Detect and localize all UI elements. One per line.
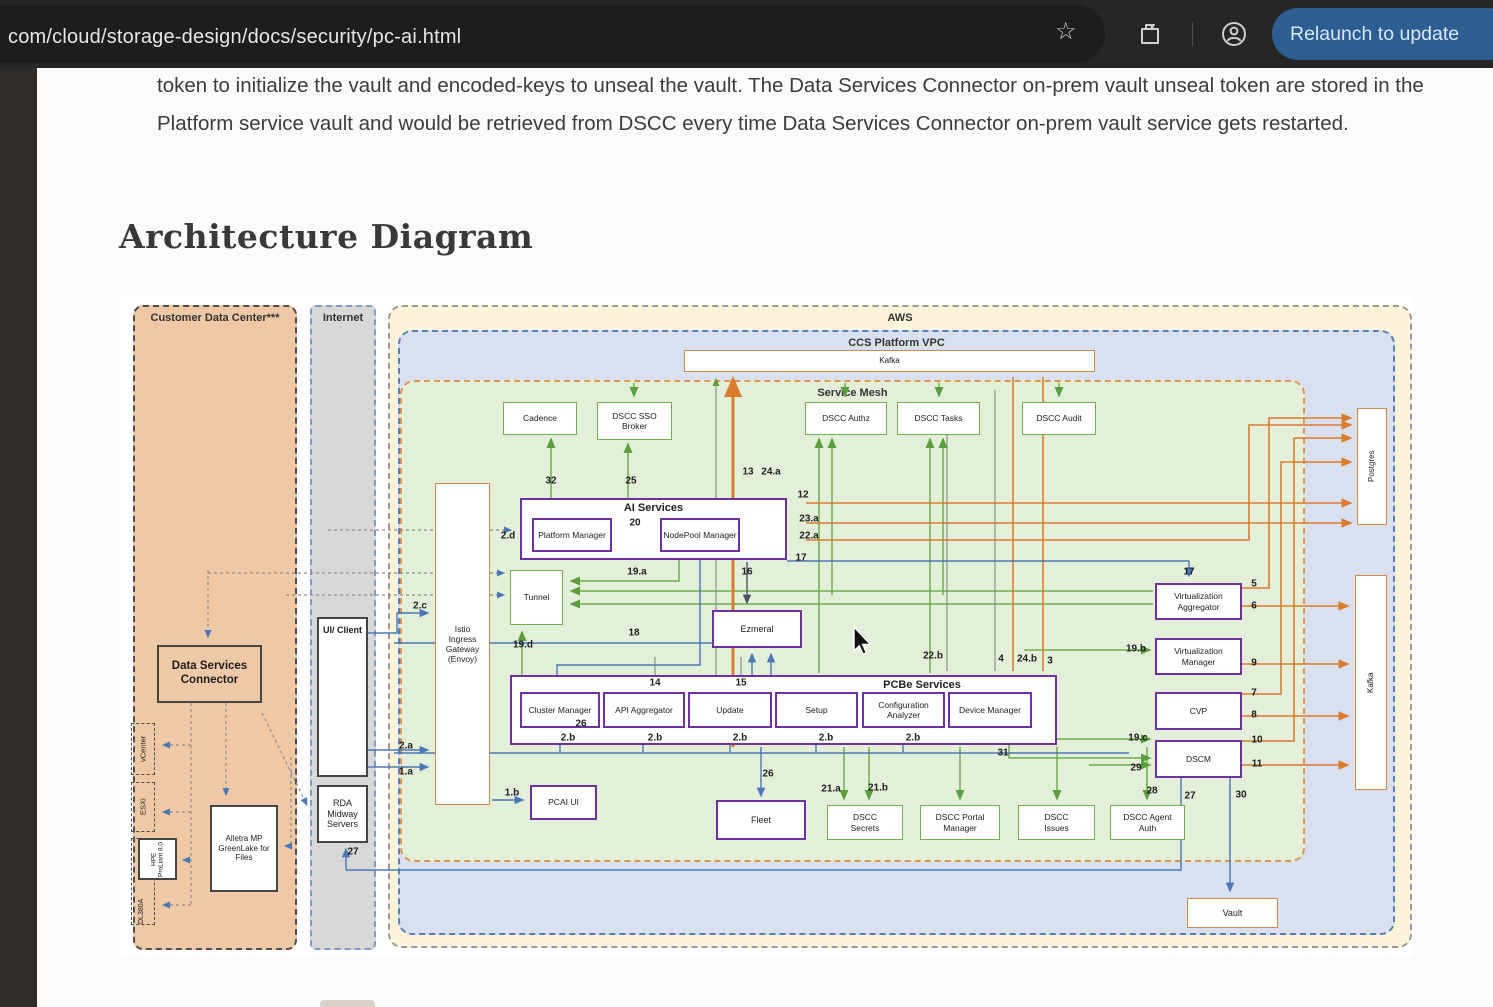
partial-element xyxy=(320,1000,375,1007)
address-bar[interactable]: com/cloud/storage-design/docs/security/p… xyxy=(0,5,1105,63)
node-nodepool-manager: NodePool Manager xyxy=(660,518,740,552)
node-kafka-top: Kafka xyxy=(684,350,1095,372)
node-hpe-proliant: HPE ProLiant 8.0 xyxy=(138,838,177,880)
architecture-diagram: Customer Data Center*** Internet AWS CCS… xyxy=(119,295,1413,957)
node-dscc-secrets: DSCC Secrets xyxy=(827,805,903,840)
node-dscc-audit: DSCC Audit xyxy=(1022,402,1096,435)
node-dscc-issues: DSCC Issues xyxy=(1018,805,1095,840)
node-dscc-authz: DSCC Authz xyxy=(805,402,887,435)
node-cadence: Cadence xyxy=(503,402,577,435)
page-heading: Architecture Diagram xyxy=(119,217,533,256)
node-vault: Vault xyxy=(1187,898,1278,928)
node-tunnel: Tunnel xyxy=(510,570,563,625)
node-postgres: Postgres xyxy=(1357,408,1387,525)
node-ezmeral: Ezmeral xyxy=(712,610,802,648)
browser-toolbar: com/cloud/storage-design/docs/security/p… xyxy=(0,0,1493,68)
relaunch-button[interactable]: Relaunch to update xyxy=(1272,8,1493,60)
node-alletra: Alletra MP GreenLake for Files xyxy=(210,805,278,892)
node-ui-client: UI/ Client xyxy=(317,617,368,777)
node-virtualization-aggregator: Virtualization Aggregator xyxy=(1155,583,1242,620)
bookmark-star-icon[interactable]: ☆ xyxy=(1055,17,1077,46)
node-cluster-manager: Cluster Manager xyxy=(520,692,600,728)
node-api-aggregator: API Aggregator xyxy=(603,692,685,728)
window-edge xyxy=(0,68,37,1007)
mouse-cursor xyxy=(852,627,878,657)
group-title: AI Services xyxy=(522,502,785,515)
node-virtualization-manager: Virtualization Manager xyxy=(1155,638,1242,675)
node-dscc-portal-manager: DSCC Portal Manager xyxy=(920,805,1000,840)
body-paragraph: token to initialize the vault and encode… xyxy=(157,67,1432,143)
node-kafka-right: Kafka xyxy=(1355,575,1387,790)
node-istio-gateway: Istio Ingress Gateway (Envoy) xyxy=(435,483,490,805)
node-setup: Setup xyxy=(775,692,858,728)
node-cvp: CVP xyxy=(1155,692,1242,730)
profile-icon[interactable] xyxy=(1220,20,1248,53)
node-pcai-ui: PCAI UI xyxy=(530,785,597,820)
node-sso-broker: DSCC SSO Broker xyxy=(597,402,672,440)
node-fleet: Fleet xyxy=(716,800,806,840)
node-dscc-agent-auth: DSCC Agent Auth xyxy=(1110,805,1185,840)
screen: com/cloud/storage-design/docs/security/p… xyxy=(0,0,1493,1007)
toolbar-separator xyxy=(1192,22,1193,46)
group-title: PCBe Services xyxy=(812,679,1032,692)
node-device-manager: Device Manager xyxy=(948,692,1032,728)
node-esxi: ESXi xyxy=(131,782,155,832)
url-text[interactable]: com/cloud/storage-design/docs/security/p… xyxy=(8,26,461,49)
node-configuration-analyzer: Configuration Analyzer xyxy=(862,692,945,728)
extensions-icon[interactable] xyxy=(1137,21,1163,52)
node-data-services-connector: Data Services Connector xyxy=(157,645,262,703)
node-vcenter: vCenter xyxy=(131,723,155,775)
node-rda-midway: RDA Midway Servers xyxy=(317,785,368,843)
node-platform-manager: Platform Manager xyxy=(532,518,612,552)
node-dscc-tasks: DSCC Tasks xyxy=(897,402,980,435)
node-update: Update xyxy=(688,692,772,728)
node-dscm: DSCM xyxy=(1155,740,1242,778)
